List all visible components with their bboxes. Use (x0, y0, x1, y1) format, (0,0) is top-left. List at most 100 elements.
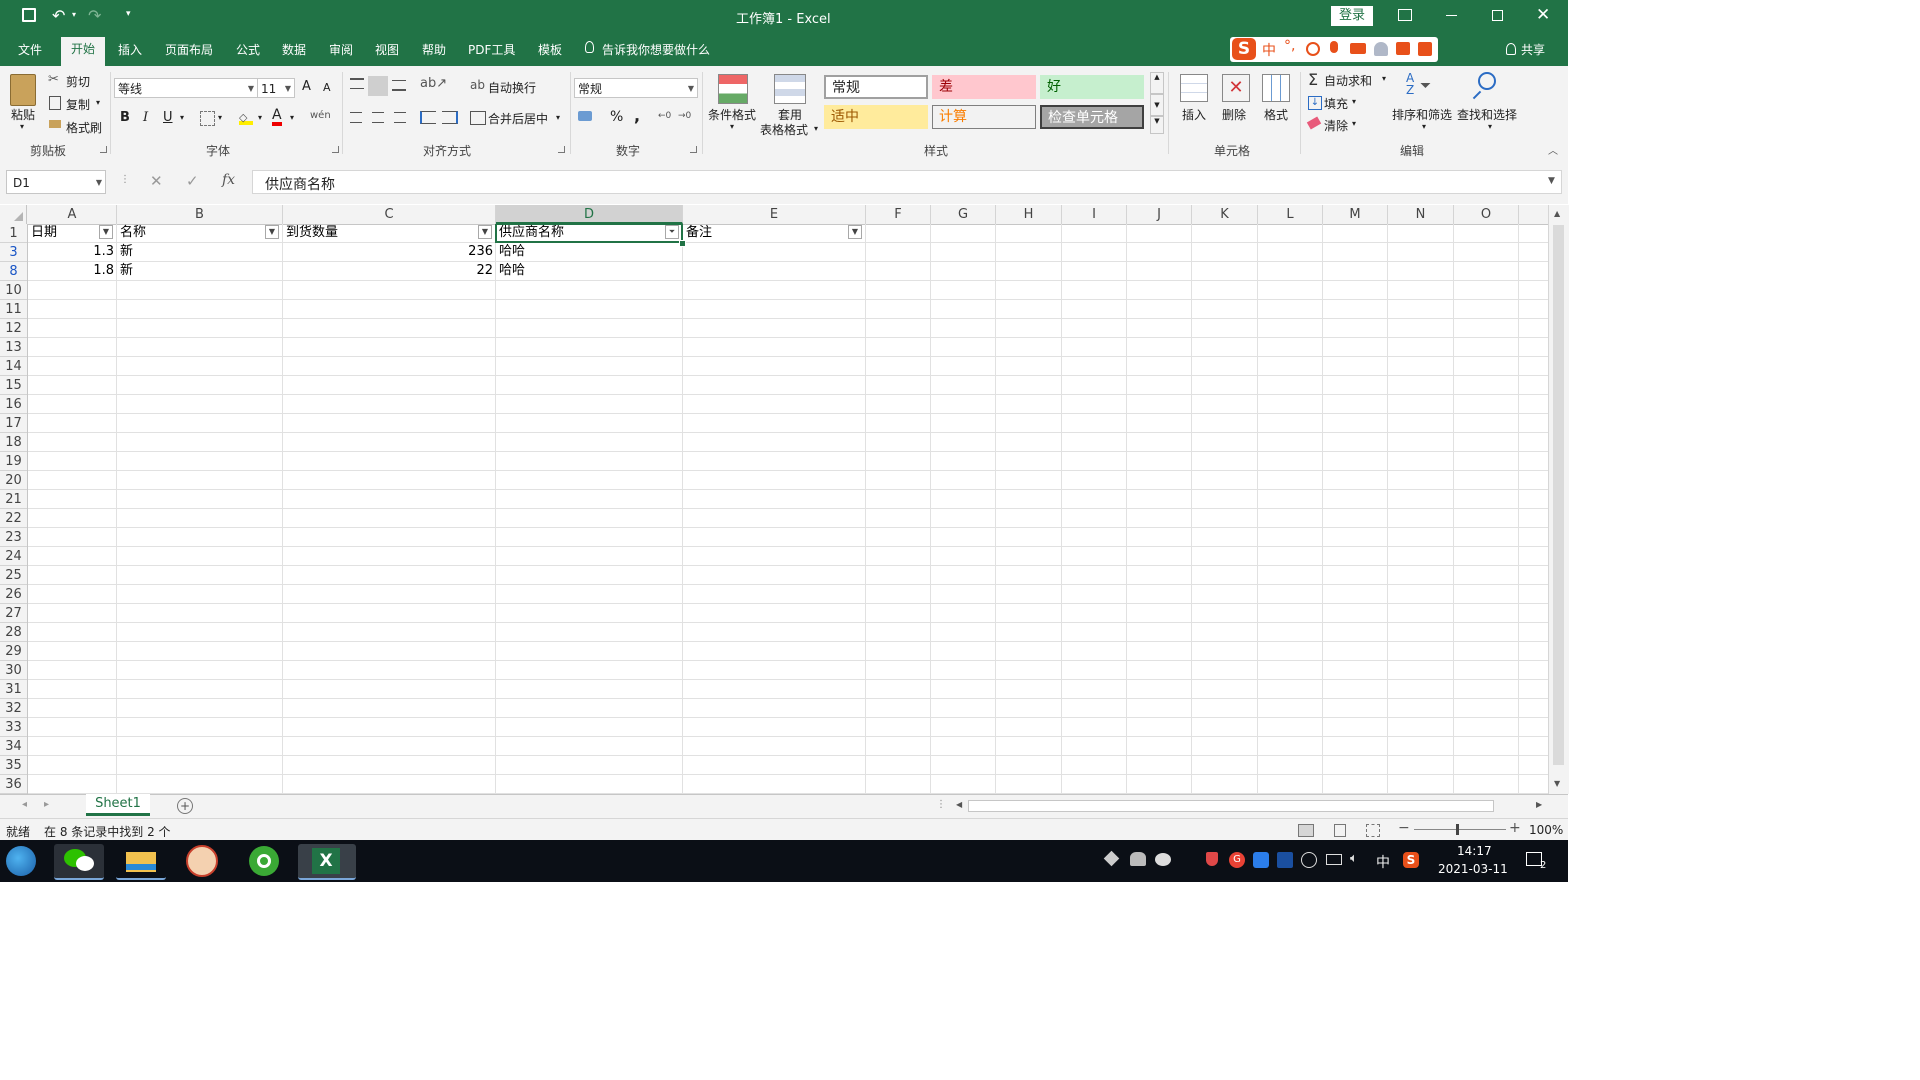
style-neutral[interactable]: 适中 (824, 105, 928, 129)
ime-chinese-icon[interactable]: 中 (1262, 40, 1276, 60)
styles-scroll-down-icon[interactable]: ▼ (1150, 94, 1164, 116)
ime-voice-icon[interactable] (1330, 41, 1338, 53)
data-cell-name[interactable]: 新 (120, 262, 133, 280)
data-cell-name[interactable]: 新 (120, 243, 133, 261)
row-header[interactable]: 25 (0, 566, 27, 585)
align-center-icon[interactable] (372, 112, 384, 123)
font-name-select[interactable]: 等线 ▼ (114, 78, 258, 98)
table-format-dropdown-icon[interactable]: ▾ (814, 124, 818, 133)
phonetic-icon[interactable]: wén (310, 110, 331, 121)
orientation-icon[interactable]: ab↗ (420, 76, 447, 91)
tab-file[interactable]: 文件 (18, 41, 42, 58)
font-color-dropdown-icon[interactable]: ▾ (290, 113, 294, 122)
row-header[interactable]: 15 (0, 376, 27, 395)
tray-cloud-icon[interactable] (1253, 852, 1269, 868)
customize-qat-icon[interactable]: ▾ (126, 9, 131, 19)
horizontal-scroll-thumb[interactable] (968, 800, 1494, 812)
formula-bar-grip-icon[interactable]: ⋮ (120, 174, 130, 185)
select-all-button[interactable] (0, 205, 27, 224)
align-left-icon[interactable] (350, 112, 362, 123)
filter-dropdown-button[interactable]: ▼ (265, 225, 279, 239)
cancel-icon[interactable]: ✕ (150, 172, 163, 190)
tray-people-icon[interactable] (1130, 852, 1146, 866)
tab-insert[interactable]: 插入 (118, 41, 142, 58)
data-cell-quantity[interactable]: 236 (468, 243, 493, 261)
tray-dropbox-icon[interactable] (1103, 850, 1120, 867)
borders-icon[interactable] (200, 111, 215, 126)
ime-toolbar[interactable]: S 中 °, (1230, 37, 1438, 62)
tab-help[interactable]: 帮助 (422, 41, 446, 58)
undo-dropdown-icon[interactable]: ▾ (72, 10, 76, 19)
style-bad[interactable]: 差 (932, 75, 1036, 99)
row-header[interactable]: 10 (0, 281, 27, 300)
align-bottom-icon[interactable] (392, 80, 406, 91)
row-header[interactable]: 35 (0, 756, 27, 775)
copy-button[interactable]: 复制 (66, 96, 90, 113)
formula-input[interactable]: 供应商名称 (252, 170, 1562, 194)
save-icon[interactable] (22, 8, 36, 22)
align-right-icon[interactable] (394, 112, 406, 123)
number-format-select[interactable]: 常规 ▼ (574, 78, 698, 98)
row-header[interactable]: 17 (0, 414, 27, 433)
enter-icon[interactable]: ✓ (186, 172, 199, 190)
normal-view-icon[interactable] (1298, 824, 1314, 837)
ribbon-display-icon[interactable] (1398, 9, 1412, 21)
tab-formulas[interactable]: 公式 (236, 41, 260, 58)
data-cell-quantity[interactable]: 22 (476, 262, 493, 280)
ime-emoji-icon[interactable] (1306, 42, 1320, 56)
column-header-m[interactable]: M (1323, 205, 1388, 224)
row-header[interactable]: 31 (0, 680, 27, 699)
fill-color-dropdown-icon[interactable]: ▾ (258, 113, 262, 122)
data-cell-supplier[interactable]: 哈哈 (499, 262, 525, 280)
scroll-right-icon[interactable]: ▶ (1536, 800, 1542, 809)
format-painter-button[interactable]: 格式刷 (66, 119, 102, 136)
row-header[interactable]: 34 (0, 737, 27, 756)
tell-me-box[interactable]: 告诉我你想要做什么 (602, 41, 710, 58)
tray-shield-icon[interactable] (1206, 852, 1218, 866)
styles-scroll-up-icon[interactable]: ▲ (1150, 72, 1164, 94)
excel-taskbar-icon[interactable]: X (298, 844, 356, 880)
scroll-left-icon[interactable]: ◀ (956, 800, 962, 809)
row-header[interactable]: 36 (0, 775, 27, 794)
ime-skin-icon[interactable] (1396, 42, 1410, 55)
undo-icon[interactable]: ↶ (52, 6, 65, 25)
paste-icon[interactable] (10, 74, 36, 106)
tray-ime-indicator[interactable]: 中 (1376, 852, 1390, 872)
find-select-dropdown-icon[interactable]: ▾ (1488, 122, 1492, 131)
file-explorer-taskbar-icon[interactable] (116, 844, 166, 880)
vertical-scrollbar[interactable]: ▲ ▼ (1548, 205, 1569, 794)
row-header[interactable]: 20 (0, 471, 27, 490)
filter-dropdown-button[interactable]: ▼ (478, 225, 492, 239)
conditional-format-dropdown-icon[interactable]: ▾ (730, 122, 734, 131)
row-header[interactable]: 8 (0, 262, 27, 281)
tab-view[interactable]: 视图 (375, 41, 399, 58)
scroll-up-icon[interactable]: ▲ (1554, 209, 1560, 218)
row-header[interactable]: 28 (0, 623, 27, 642)
row-header[interactable]: 19 (0, 452, 27, 471)
row-header[interactable]: 24 (0, 547, 27, 566)
header-cell-remark[interactable]: 备注 (686, 224, 712, 242)
share-button[interactable]: 共享 (1521, 41, 1545, 58)
paste-button[interactable]: 粘贴 (11, 106, 35, 123)
font-size-select[interactable]: 11 ▼ (257, 78, 295, 98)
column-header-d[interactable]: D (496, 205, 683, 224)
column-header-c[interactable]: C (283, 205, 496, 224)
tray-sogou-icon[interactable]: S (1403, 852, 1419, 868)
header-cell-quantity[interactable]: 到货数量 (286, 224, 338, 242)
column-header-l[interactable]: L (1258, 205, 1323, 224)
styles-more-icon[interactable]: ▼ (1150, 116, 1164, 134)
decrease-decimal-icon[interactable]: →0 (678, 111, 691, 121)
wrap-text-button[interactable]: 自动换行 (488, 79, 536, 96)
merge-center-button[interactable]: 合并后居中 (488, 110, 548, 127)
redo-icon[interactable]: ↷ (88, 6, 101, 25)
column-header-k[interactable]: K (1192, 205, 1258, 224)
zoom-slider[interactable] (1414, 829, 1506, 830)
tray-ime-settings-icon[interactable] (1277, 852, 1293, 868)
align-middle-icon[interactable] (368, 76, 388, 96)
fill-handle[interactable] (679, 240, 686, 247)
row-header[interactable]: 14 (0, 357, 27, 376)
tray-google-icon[interactable]: G (1229, 852, 1245, 868)
table-format-line2[interactable]: 表格格式 (760, 121, 808, 138)
accounting-format-icon[interactable] (578, 111, 592, 121)
dialog-launcher-icon[interactable] (100, 146, 107, 153)
